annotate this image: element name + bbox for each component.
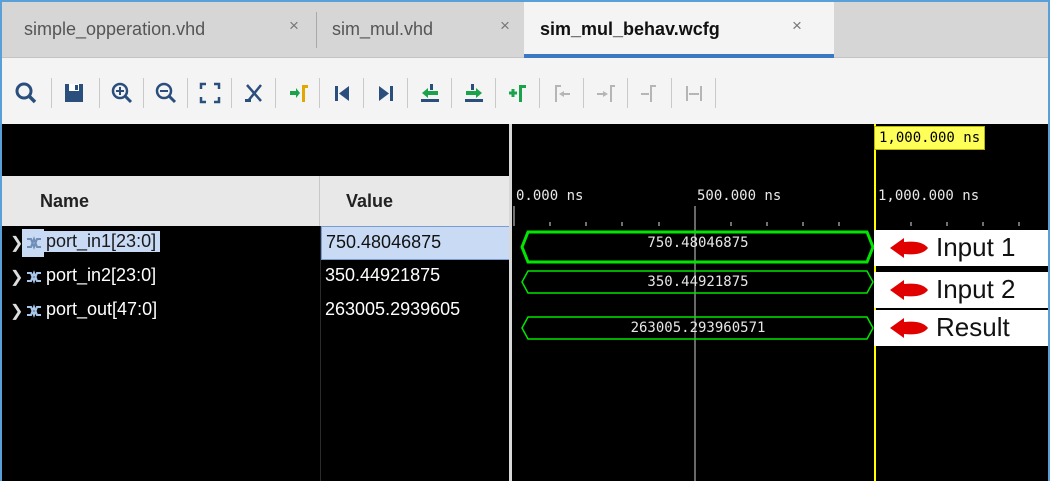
bus-signal-icon [27,270,41,284]
waveform-toolbar [2,58,1048,124]
waveform-value-label: 350.44921875 [647,274,749,290]
annotation-input-1: Input 1 [874,230,1048,266]
tab-simple-opperation[interactable]: simple_opperation.vhd × [2,2,314,57]
tab-label: simple_opperation.vhd [24,19,206,39]
tab-bar: simple_opperation.vhd × sim_mul.vhd × si… [2,2,1048,58]
signal-value[interactable]: 350.44921875 [321,260,510,294]
snap-to-transition-icon[interactable] [678,78,710,108]
go-to-start-icon[interactable] [326,78,358,108]
zoom-out-icon[interactable] [150,78,182,108]
toolbar-divider [319,78,320,108]
object-panel-header [2,124,509,176]
toolbar-divider [451,78,452,108]
search-icon[interactable] [10,78,42,108]
tab-label: sim_mul.vhd [332,19,434,39]
close-icon[interactable]: × [289,16,299,36]
tab-sim-mul-behav[interactable]: sim_mul_behav.wcfg × [524,2,834,58]
toolbar-divider [99,78,100,108]
time-tick-label: 500.000 ns [697,188,782,204]
save-icon[interactable] [58,78,90,108]
toolbar-divider [143,78,144,108]
cursor-time-label[interactable]: 1,000.000 ns [874,126,986,150]
bus-signal-icon [27,236,41,250]
toolbar-divider [231,78,232,108]
signal-row-port-in2[interactable]: ❯ port_in2[23:0] [2,260,320,294]
red-arrow-icon [890,238,928,258]
annotation-input-2: Input 2 [874,272,1048,308]
signal-row-port-in1[interactable]: ❯ port_in1[23:0] [2,226,320,260]
toolbar-divider [363,78,364,108]
go-to-end-icon[interactable] [370,78,402,108]
signal-value-text: 350.44921875 [325,265,441,285]
toolbar-divider [715,78,716,108]
time-tick-label: 0.000 ns [516,188,584,204]
tab-sim-mul[interactable]: sim_mul.vhd × [320,2,524,57]
waveform-value-label: 263005.293960571 [630,320,766,336]
signal-name: port_in1[23:0] [44,231,161,252]
annotation-result: Result [874,310,1048,346]
annotation-label: Result [936,312,1010,342]
toolbar-divider [627,78,628,108]
tab-label: sim_mul_behav.wcfg [540,19,720,39]
signal-name-column: ❯ port_in1[23:0] ❯ port_in2[23:0] ❯ port… [2,226,320,481]
cursor-cut-icon[interactable] [238,78,270,108]
toolbar-divider [275,78,276,108]
previous-marker-icon[interactable] [546,78,578,108]
tab-divider [316,12,317,48]
signal-row-port-out[interactable]: ❯ port_out[47:0] [2,294,320,328]
bus-signal-icon [27,304,41,318]
toolbar-divider [51,78,52,108]
signal-value-column: 750.48046875 350.44921875 263005.2939605 [320,226,510,481]
go-to-cursor-icon[interactable] [282,78,314,108]
signal-value[interactable]: 263005.2939605 [321,294,510,328]
expand-chevron-icon[interactable]: ❯ [10,301,23,321]
expand-chevron-icon[interactable]: ❯ [10,267,23,287]
time-tick-label: 1,000.000 ns [878,188,980,204]
red-arrow-icon [890,318,928,338]
axis-minor-ticks [549,222,1020,226]
next-marker-icon[interactable] [590,78,622,108]
toolbar-divider [495,78,496,108]
zoom-fit-icon[interactable] [194,78,226,108]
close-icon[interactable]: × [792,16,802,36]
toolbar-divider [671,78,672,108]
close-icon[interactable]: × [500,16,510,36]
signal-value-text: 263005.2939605 [325,299,461,319]
signal-name: port_out[47:0] [46,299,158,319]
annotation-label: Input 2 [936,274,1016,304]
toolbar-divider [583,78,584,108]
signal-value-text: 750.48046875 [326,232,442,252]
toolbar-divider [187,78,188,108]
add-marker-icon[interactable] [502,78,534,108]
red-arrow-icon [890,280,928,300]
previous-transition-icon[interactable] [414,78,446,108]
waveform-value-label: 750.48046875 [647,235,749,251]
signal-value[interactable]: 750.48046875 [321,226,510,260]
value-column-header[interactable]: Value [320,176,509,226]
next-transition-icon[interactable] [458,78,490,108]
toolbar-divider [539,78,540,108]
zoom-in-icon[interactable] [106,78,138,108]
toolbar-divider [407,78,408,108]
annotation-label: Input 1 [936,232,1016,262]
swap-cursors-icon[interactable] [634,78,666,108]
signal-name: port_in2[23:0] [46,265,157,285]
name-column-header[interactable]: Name [2,176,320,226]
